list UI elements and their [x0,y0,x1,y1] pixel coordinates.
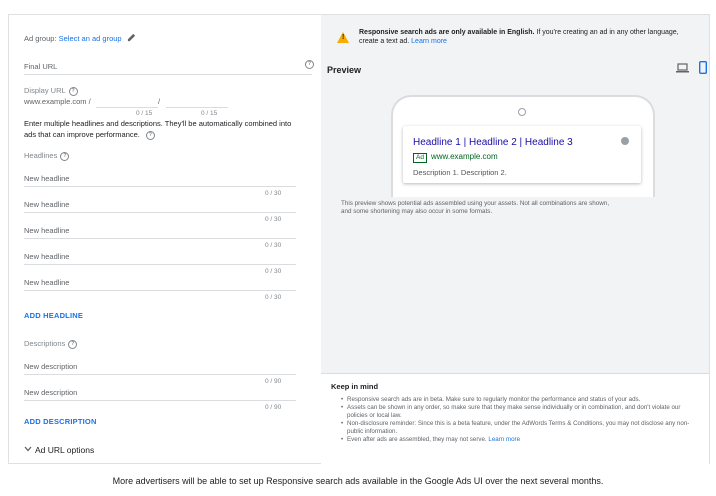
headline-underline-5 [24,290,296,291]
keep-in-mind-item: Non-disclosure reminder: Since this is a… [341,420,701,436]
warning-rest: If you're creating an ad in any other la… [534,29,679,36]
preview-note-line2: and some shortening may also occur in so… [341,208,493,215]
keep-in-mind-item-text: Even after ads are assembled, they may n… [347,436,487,443]
description-underline-2 [24,400,296,401]
ad-badge: Ad [413,153,427,163]
chevron-down-icon [24,446,32,452]
display-url-label: Display URL [24,86,66,95]
headline-counter-1: 0 / 30 [265,190,282,197]
descriptions-label: Descriptions [24,339,66,348]
ad-group-label: Ad group: [24,34,57,43]
path2-input[interactable] [166,107,228,108]
keep-in-mind-item-last: Even after ads are assembled, they may n… [341,436,701,444]
headline-input-2[interactable]: New headline [24,200,69,209]
ad-preview-url: www.example.com [430,152,498,161]
keep-in-mind-panel: Keep in mind Responsive search ads are i… [321,373,709,464]
mobile-icon[interactable] [699,61,707,74]
warning-line2-row: create a text ad. Learn more [359,37,699,46]
headline-underline-2 [24,212,296,213]
final-url-input[interactable]: Final URL [24,62,57,71]
headline-counter-2: 0 / 30 [265,216,282,223]
english-only-warning: Responsive search ads are only available… [359,28,699,46]
final-url-help-icon[interactable]: ? [305,60,314,69]
headline-input-3[interactable]: New headline [24,226,69,235]
caption: More advertisers will be able to set up … [112,476,604,486]
phone-camera [518,108,526,116]
pencil-icon[interactable] [127,33,136,42]
path1-input[interactable] [96,107,158,108]
info-icon[interactable] [621,137,629,145]
display-url-label-row: Display URL? [24,86,78,96]
keep-in-mind-learn-more-link[interactable]: Learn more [488,436,520,443]
warning-learn-more-link[interactable]: Learn more [411,38,447,45]
description-counter-1: 0 / 90 [265,378,282,385]
path2-counter: 0 / 15 [201,110,218,117]
preview-title: Preview [327,65,362,75]
intro-text-line2-row: ads that can improve performance.? [24,129,316,140]
keep-in-mind-item: Assets can be shown in any order, so mak… [341,404,701,420]
description-underline-1 [24,374,296,375]
preview-note-line1: This preview shows potential ads assembl… [341,200,610,207]
ad-preview-headline: Headline 1 | Headline 2 | Headline 3 [413,137,573,148]
add-description-button[interactable]: ADD DESCRIPTION [24,417,97,426]
keep-in-mind-list: Responsive search ads are in beta. Make … [341,396,701,444]
final-url-underline [24,74,312,75]
headlines-label: Headlines [24,151,58,160]
add-headline-button[interactable]: ADD HEADLINE [24,311,83,320]
headline-underline-3 [24,238,296,239]
descriptions-help-icon[interactable]: ? [68,339,78,349]
ad-preview-url-row: Ad www.example.com [413,152,498,163]
headline-counter-3: 0 / 30 [265,242,282,249]
display-url-help-icon[interactable]: ? [68,86,78,96]
warning-icon: ! [337,32,349,43]
display-url-base: www.example.com / [24,97,91,106]
descriptions-label-row: Descriptions? [24,339,78,349]
intro-text-line2: ads that can improve performance. [24,130,140,139]
headline-input-1[interactable]: New headline [24,174,69,183]
headlines-help-icon[interactable]: ? [60,151,70,161]
desktop-icon[interactable] [676,63,689,73]
intro-text: Enter multiple headlines and description… [24,118,316,140]
description-counter-2: 0 / 90 [265,404,282,411]
headline-counter-5: 0 / 30 [265,294,282,301]
warning-bold: Responsive search ads are only available… [359,29,535,36]
path-separator: / [158,97,161,106]
description-input-2[interactable]: New description [24,388,77,397]
ad-preview-description: Description 1. Description 2. [413,168,507,177]
select-ad-group-link[interactable]: Select an ad group [59,34,122,43]
path1-counter: 0 / 15 [136,110,153,117]
ad-preview-card: Headline 1 | Headline 2 | Headline 3 Ad w… [403,126,641,183]
intro-text-line1: Enter multiple headlines and description… [24,119,292,128]
ad-form: Ad group: Select an ad group Final URL ?… [8,14,320,464]
warning-line2: create a text ad. [359,38,410,45]
ad-url-options-toggle[interactable]: Ad URL options [24,445,94,455]
headline-counter-4: 0 / 30 [265,268,282,275]
ad-group-row: Ad group: Select an ad group [24,33,136,43]
keep-in-mind-title: Keep in mind [331,382,379,391]
intro-help-icon[interactable]: ? [145,130,155,140]
keep-in-mind-item: Responsive search ads are in beta. Make … [341,396,701,404]
headline-underline-4 [24,264,296,265]
headline-input-5[interactable]: New headline [24,278,69,287]
phone-mockup: Headline 1 | Headline 2 | Headline 3 Ad w… [391,95,655,197]
ad-url-options-label: Ad URL options [35,445,95,455]
preview-note: This preview shows potential ads assembl… [341,200,701,216]
description-input-1[interactable]: New description [24,362,77,371]
headlines-label-row: Headlines? [24,151,70,161]
headline-input-4[interactable]: New headline [24,252,69,261]
headline-underline-1 [24,186,296,187]
preview-panel: ! Responsive search ads are only availab… [321,15,709,464]
warning-line1: Responsive search ads are only available… [359,28,699,37]
